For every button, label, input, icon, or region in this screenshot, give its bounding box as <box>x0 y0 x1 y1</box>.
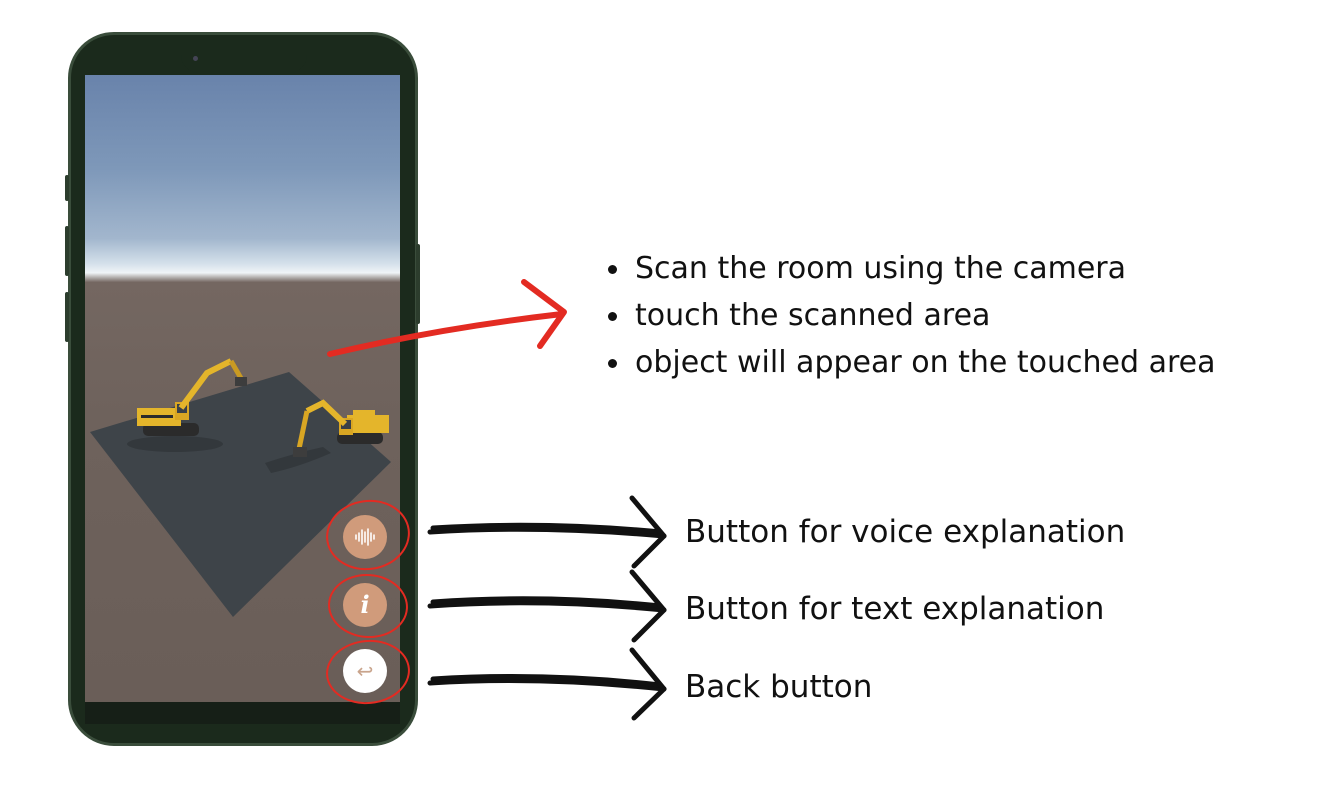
callout-voice-button: Button for voice explanation <box>685 514 1126 550</box>
phone-bottom-bezel <box>85 702 400 724</box>
instruction-item: object will appear on the touched area <box>608 339 1216 386</box>
front-camera <box>193 56 198 61</box>
instruction-item: Scan the room using the camera <box>608 245 1216 292</box>
phone-power-button <box>416 244 420 324</box>
black-arrow-voice <box>427 495 667 569</box>
phone-volume-up <box>65 226 69 276</box>
phone-volume-down <box>65 292 69 342</box>
instruction-item: touch the scanned area <box>608 292 1216 339</box>
instruction-list: Scan the room using the camera touch the… <box>608 245 1216 386</box>
black-arrow-back <box>427 647 667 721</box>
callout-text-button: Button for text explanation <box>685 591 1105 627</box>
black-arrow-text <box>427 569 667 643</box>
phone-notch <box>181 35 307 73</box>
phone-side-button <box>65 175 69 201</box>
callout-back-button: Back button <box>685 669 873 705</box>
excavator-shadow <box>127 436 223 452</box>
